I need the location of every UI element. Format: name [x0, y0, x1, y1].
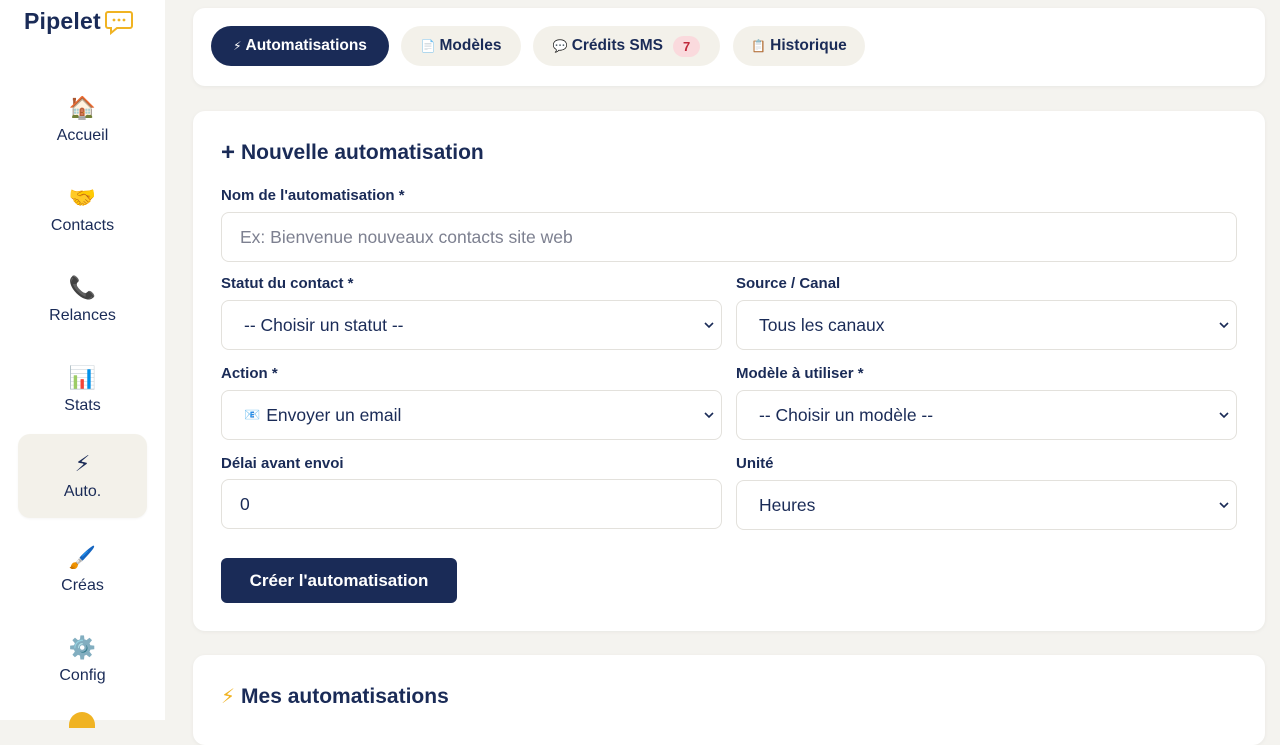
unit-select-value: Heures [759, 494, 816, 515]
delay-input[interactable]: 0 [221, 479, 722, 529]
automations-list: ⚡ Mes automatisations [193, 655, 1265, 745]
handshake-icon: 🤝 [68, 185, 97, 210]
chevron-down-icon [704, 412, 714, 419]
sidebar-item-partial-icon[interactable] [69, 712, 95, 728]
tab-label: Historique [770, 37, 847, 54]
tab-label: Modèles [439, 37, 502, 54]
chevron-down-icon [704, 322, 714, 329]
brand-name: Pipelet [24, 8, 101, 34]
clipboard-icon: 📋 [751, 39, 767, 53]
automation-name-input[interactable]: Ex: Bienvenue nouveaux contacts site web [221, 212, 1237, 262]
template-select[interactable]: -- Choisir un modèle -- [736, 390, 1237, 440]
sidebar-item-config[interactable]: ⚙️ Config [18, 618, 147, 702]
chevron-down-icon [1219, 412, 1229, 419]
sidebar-item-creas[interactable]: 🖌️ Créas [18, 528, 147, 612]
template-select-value: -- Choisir un modèle -- [759, 404, 934, 425]
action-label: Action * [221, 365, 278, 382]
create-automation-button[interactable]: Créer l'automatisation [221, 558, 457, 603]
phone-icon: 📞 [68, 275, 97, 300]
chevron-down-icon [1219, 502, 1229, 509]
sidebar-item-label: Créas [61, 577, 104, 594]
sidebar-item-label: Accueil [56, 127, 109, 144]
status-label: Statut du contact * [221, 275, 354, 292]
sidebar-item-accueil[interactable]: 🏠 Accueil [18, 78, 147, 162]
email-icon: 📧 [244, 407, 261, 422]
sidebar-item-label: Contacts [50, 217, 115, 234]
action-select-value: Envoyer un email [266, 404, 402, 425]
sidebar-item-relances[interactable]: 📞 Relances [18, 258, 147, 342]
document-icon: 📄 [420, 39, 436, 53]
source-select[interactable]: Tous les canaux [736, 300, 1237, 350]
sidebar-item-contacts[interactable]: 🤝 Contacts [18, 168, 147, 252]
template-label: Modèle à utiliser * [736, 365, 864, 382]
gear-icon: ⚙️ [68, 635, 97, 660]
sidebar-item-label: Auto. [63, 483, 102, 500]
tab-modeles[interactable]: 📄 Modèles [401, 26, 521, 66]
paintbrush-icon: 🖌️ [68, 545, 97, 570]
house-icon: 🏠 [68, 95, 97, 120]
tab-historique[interactable]: 📋 Historique [733, 26, 865, 66]
sidebar-item-label: Relances [49, 307, 116, 324]
sidebar-item-auto[interactable]: ⚡ Auto. [18, 434, 147, 518]
speech-bubble-icon: 💬 [552, 39, 568, 53]
unit-select[interactable]: Heures [736, 480, 1237, 530]
delay-label: Délai avant envoi [221, 455, 344, 472]
form-title: + Nouvelle automatisation [221, 141, 484, 165]
plus-icon: + [221, 139, 236, 166]
sidebar: Pipelet 🏠 Accueil 🤝 Contacts 📞 Relances … [0, 0, 165, 728]
source-label: Source / Canal [736, 275, 841, 292]
lightning-icon: ⚡ [233, 39, 242, 53]
lightning-icon: ⚡ [221, 686, 236, 708]
list-title: ⚡ Mes automatisations [221, 684, 449, 709]
tab-label: Automatisations [245, 37, 367, 54]
tabs-bar: ⚡ Automatisations 📄 Modèles 💬 Crédits SM… [193, 8, 1265, 86]
tab-credits-sms[interactable]: 💬 Crédits SMS 7 [533, 26, 720, 66]
tab-label: Crédits SMS [571, 37, 664, 54]
form-title-text: Nouvelle automatisation [241, 141, 484, 164]
sidebar-item-label: Stats [64, 397, 101, 414]
lightning-icon: ⚡ [74, 451, 91, 476]
unit-label: Unité [736, 455, 774, 472]
action-select[interactable]: 📧 Envoyer un email [221, 390, 722, 440]
sms-credits-badge: 7 [673, 35, 701, 57]
sidebar-item-stats[interactable]: 📊 Stats [18, 348, 147, 432]
new-automation-form: + Nouvelle automatisation Nom de l'autom… [193, 111, 1265, 631]
brand-logo[interactable]: Pipelet [24, 8, 134, 41]
tab-automatisations[interactable]: ⚡ Automatisations [211, 26, 389, 66]
source-select-value: Tous les canaux [759, 314, 885, 335]
status-select-value: -- Choisir un statut -- [244, 314, 404, 335]
bar-chart-icon: 📊 [68, 365, 97, 390]
status-select[interactable]: -- Choisir un statut -- [221, 300, 722, 350]
sidebar-item-label: Config [59, 667, 106, 684]
name-label: Nom de l'automatisation * [221, 187, 405, 204]
list-title-text: Mes automatisations [241, 684, 449, 708]
chevron-down-icon [1219, 322, 1229, 329]
speech-bubble-icon [104, 10, 134, 41]
